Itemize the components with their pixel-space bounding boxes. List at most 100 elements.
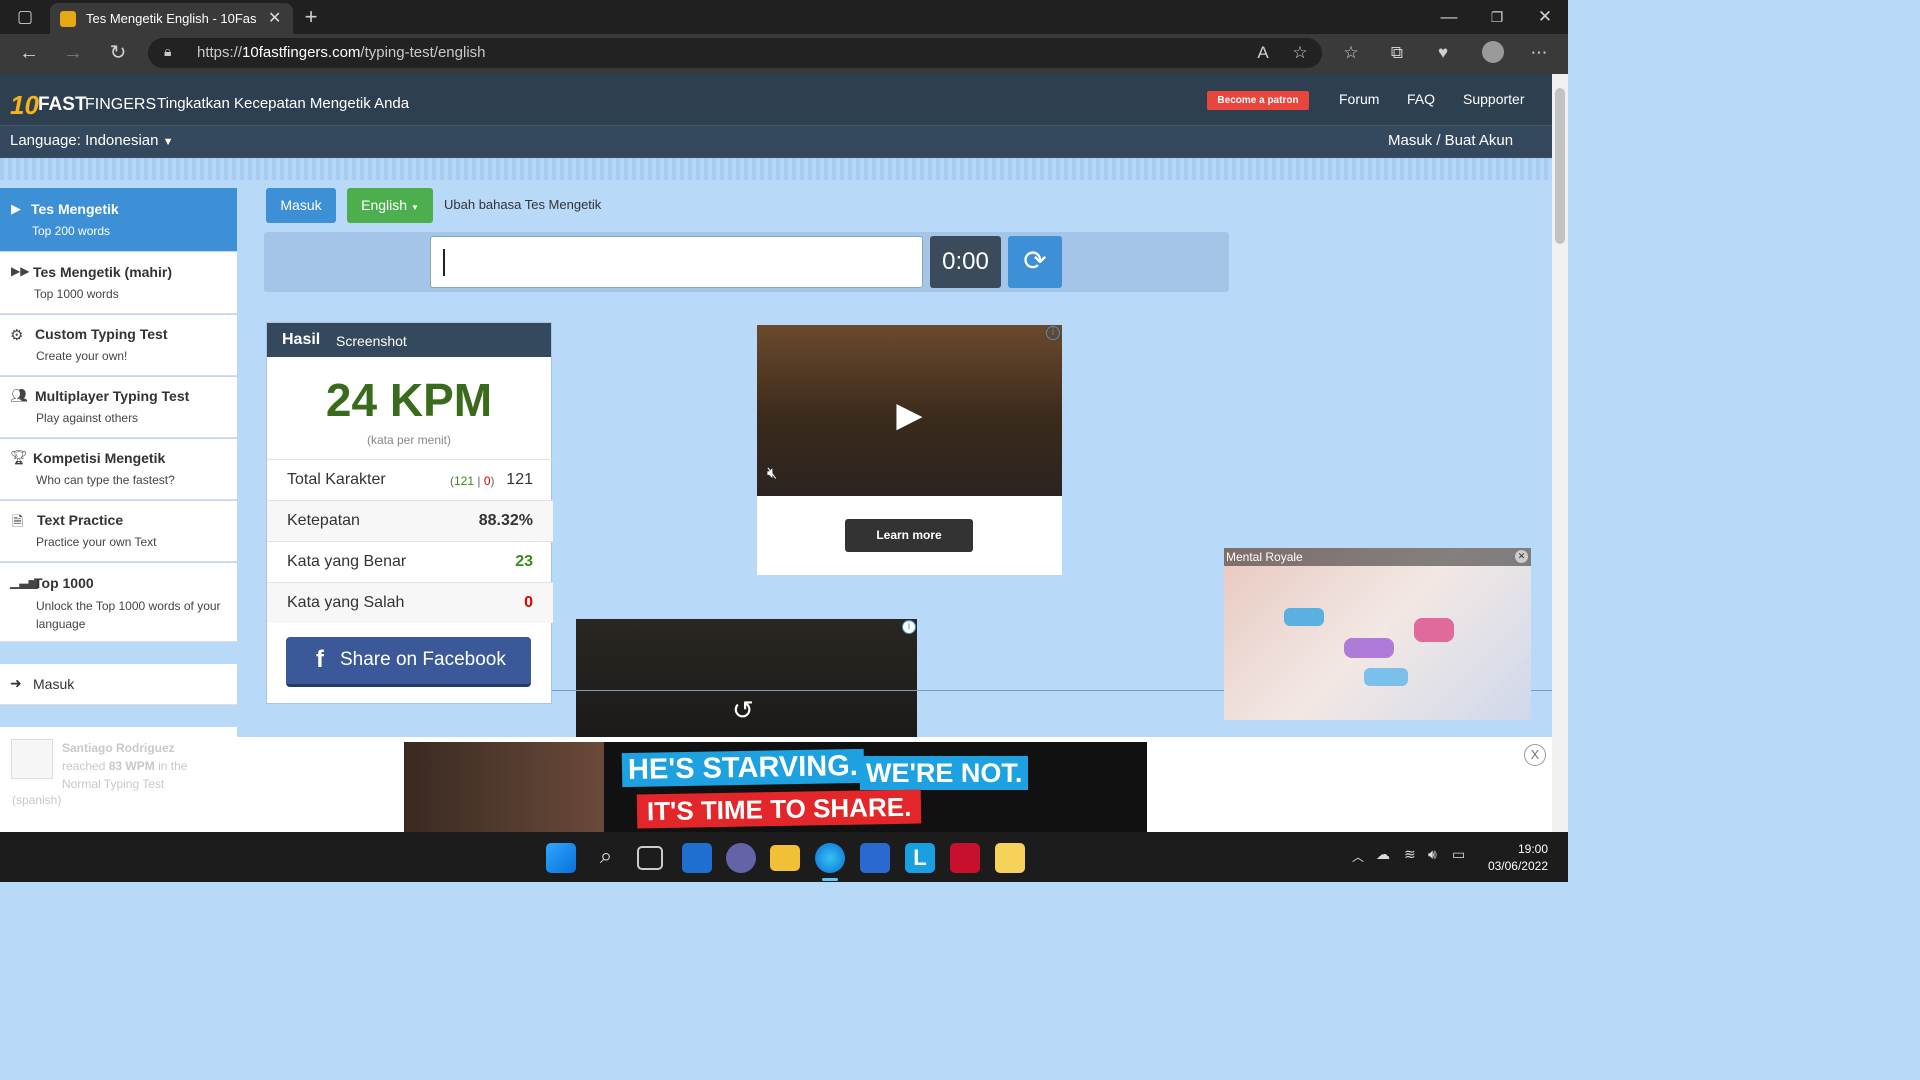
sidebar-item-kompetisi[interactable]: 🏆︎ Kompetisi Mengetik Who can type the f…	[0, 439, 237, 500]
tab-screenshot[interactable]: Screenshot	[336, 333, 407, 349]
close-window-icon[interactable]: ✕	[1530, 2, 1560, 32]
file-explorer-icon[interactable]	[770, 845, 800, 871]
ad-info-icon[interactable]: i	[1046, 326, 1060, 340]
scrollbar[interactable]	[1552, 74, 1568, 832]
toy-letter-shape	[1284, 608, 1324, 626]
side-video-ad[interactable]: Mental Royale ✕	[1224, 548, 1531, 720]
tab-hasil[interactable]: Hasil	[282, 331, 320, 349]
sidebar-item-sub: Unlock the Top 1000 words of your langua…	[36, 599, 221, 631]
language-button-label: English	[361, 197, 408, 213]
wpm-value: 24 KPM	[325, 374, 493, 426]
search-icon[interactable]: ⌕	[591, 843, 621, 873]
correct-chars: 121	[454, 474, 475, 488]
sidebar-item-tes-mengetik-mahir[interactable]: ▶▶ Tes Mengetik (mahir) Top 1000 words	[0, 252, 237, 314]
row-value: 88.32%	[478, 512, 533, 529]
language-dropdown-button[interactable]: English ▼	[347, 188, 433, 223]
read-aloud-icon[interactable]: A	[1248, 38, 1278, 68]
cloud-icon[interactable]: ☁	[1376, 846, 1390, 863]
tab-actions-icon[interactable]: ▢	[10, 2, 40, 32]
clock-date[interactable]: 03/06/2022	[1482, 859, 1548, 873]
activity-user[interactable]: Santiago Rodriguez	[62, 741, 175, 755]
ad-video-frame[interactable]: ▶ 🔇︎	[757, 325, 1062, 496]
typing-input[interactable]	[430, 236, 923, 288]
profile-avatar[interactable]	[1482, 41, 1504, 63]
nav-faq[interactable]: FAQ	[1407, 91, 1435, 107]
wifi-icon[interactable]: ≋	[1404, 846, 1416, 863]
mcafee-icon[interactable]	[950, 843, 980, 873]
forward-icon[interactable]: →	[58, 38, 88, 68]
login-button[interactable]: Masuk	[266, 188, 336, 223]
separator: |	[474, 474, 484, 488]
browser-tab[interactable]: Tes Mengetik English - 10FastFin ✕	[50, 3, 293, 34]
chevron-up-icon[interactable]: ︿	[1352, 848, 1364, 865]
play-icon[interactable]: ▶	[887, 395, 932, 435]
facebook-share-button[interactable]: f Share on Facebook	[286, 637, 531, 687]
favorite-star-icon[interactable]: ☆	[1285, 38, 1315, 68]
ad-info-icon[interactable]: i	[902, 620, 916, 634]
sidebar-item-custom-typing-test[interactable]: ⚙ Custom Typing Test Create your own!	[0, 315, 237, 376]
reload-button[interactable]: ⟳	[1008, 236, 1062, 288]
site-logo[interactable]: 10 FAST FINGERS	[10, 84, 156, 120]
video-ad-2[interactable]: i ↺	[576, 619, 917, 737]
close-icon[interactable]: ✕	[1515, 550, 1528, 563]
row-value: 0	[524, 594, 533, 611]
clock-time[interactable]: 19:00	[1492, 842, 1548, 856]
sidebar-item-top-1000[interactable]: ▁▃▅ Top 1000 Unlock the Top 1000 words o…	[0, 563, 237, 642]
sidebar-login[interactable]: ➜ Masuk	[0, 664, 237, 705]
toy-letter-shape	[1364, 668, 1408, 686]
gears-icon: ⚙	[10, 327, 24, 344]
url-field[interactable]: 🔒︎ https://10fastfingers.com/typing-test…	[148, 38, 1322, 68]
nav-supporter[interactable]: Supporter	[1463, 91, 1524, 107]
row-kata-benar: Kata yang Benar 23	[267, 541, 553, 582]
sidebar-item-title: Multiplayer Typing Test	[35, 388, 190, 404]
banner-close-button[interactable]: X	[1524, 744, 1546, 766]
favorites-icon[interactable]: ☆	[1336, 38, 1366, 68]
login-button-label: Masuk	[280, 197, 322, 213]
minimize-icon[interactable]: —	[1434, 2, 1464, 32]
replay-icon[interactable]: ↺	[732, 695, 754, 726]
row-label: Total Karakter	[287, 471, 386, 488]
refresh-icon: ⟳	[1023, 245, 1047, 276]
mute-icon[interactable]: 🔇︎	[767, 465, 777, 483]
refresh-icon[interactable]: ↻	[103, 38, 133, 68]
health-icon[interactable]: ♥	[1428, 38, 1458, 68]
banner-ad[interactable]: HE'S STARVING. WE'RE NOT. IT'S TIME TO S…	[404, 742, 1147, 832]
chat-icon[interactable]	[726, 843, 756, 873]
login-register-link[interactable]: Masuk / Buat Akun	[1388, 132, 1513, 149]
change-language-link[interactable]: Ubah bahasa Tes Mengetik	[444, 197, 601, 212]
learn-more-button[interactable]: Learn more	[845, 519, 973, 552]
battery-icon[interactable]: ▭	[1452, 846, 1465, 863]
sign-in-icon: ➜	[10, 675, 22, 691]
scrollbar-thumb[interactable]	[1555, 88, 1565, 244]
become-patron-button[interactable]: Become a patron	[1207, 91, 1309, 110]
collections-icon[interactable]: ⧉	[1382, 38, 1412, 68]
restore-icon[interactable]: ❐	[1482, 2, 1512, 32]
language-selector[interactable]: Language: Indonesian ▼	[10, 132, 174, 149]
more-menu-icon[interactable]: ⋯	[1524, 38, 1554, 68]
timer-display: 0:00	[930, 236, 1001, 288]
sidebar-item-tes-mengetik[interactable]: ▶ Tes Mengetik Top 200 words	[0, 188, 237, 251]
sidebar-item-sub: Top 1000 words	[34, 287, 119, 301]
logo-fast: FAST	[38, 94, 87, 115]
sidebar-item-text-practice[interactable]: 🗎 Text Practice Practice your own Text	[0, 501, 237, 562]
windows-start-icon[interactable]	[546, 843, 576, 873]
caret-down-icon: ▼	[410, 203, 419, 212]
typing-panel: 0:00 ⟳	[264, 232, 1229, 292]
activity-link[interactable]: Normal Typing Test	[62, 777, 164, 791]
nav-forum[interactable]: Forum	[1339, 91, 1379, 107]
close-tab-icon[interactable]: ✕	[268, 8, 281, 28]
sidebar-item-multiplayer[interactable]: 👥︎ Multiplayer Typing Test Play against …	[0, 377, 237, 438]
app-note-icon[interactable]	[995, 843, 1025, 873]
app-l-icon[interactable]: L	[905, 843, 935, 873]
back-icon[interactable]: ←	[14, 38, 44, 68]
store-icon[interactable]	[860, 843, 890, 873]
sidebar-item-title: Text Practice	[37, 512, 124, 528]
new-tab-icon[interactable]: +	[296, 2, 326, 32]
side-ad-titlebar: Mental Royale ✕	[1224, 548, 1531, 566]
edge-browser-icon[interactable]	[815, 843, 845, 873]
task-view-icon[interactable]	[637, 846, 663, 870]
sidebar-item-title: Kompetisi Mengetik	[33, 450, 166, 466]
widgets-icon[interactable]	[682, 843, 712, 873]
volume-icon[interactable]: 🔊︎	[1428, 846, 1437, 863]
results-header: Hasil Screenshot	[267, 323, 551, 357]
